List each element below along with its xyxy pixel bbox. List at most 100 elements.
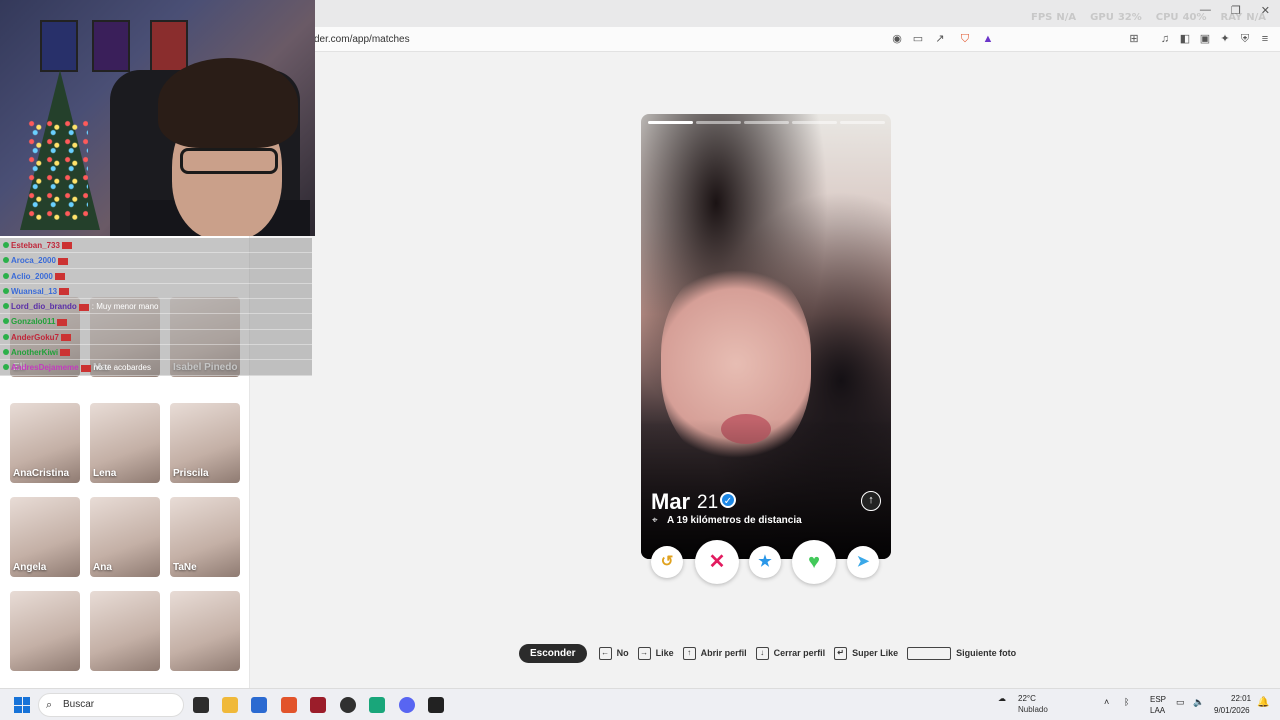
discord-icon[interactable] xyxy=(399,697,415,713)
match-card[interactable]: TaNe xyxy=(170,497,240,577)
match-card[interactable]: Ana xyxy=(90,497,160,577)
rewind-icon: ↺ xyxy=(660,553,674,570)
search-icon: ⌕ xyxy=(46,699,53,711)
shortcut-label: Cerrar perfil xyxy=(773,648,826,658)
match-name: Priscila xyxy=(173,468,209,479)
language-indicator[interactable]: ESP xyxy=(1150,695,1166,704)
chevron-up-icon[interactable]: ˄ xyxy=(1104,697,1109,707)
photo-indicator[interactable] xyxy=(744,121,789,124)
minimize-icon[interactable]: — xyxy=(1200,4,1211,17)
restore-icon[interactable]: ❐ xyxy=(1231,4,1241,17)
obs-icon[interactable] xyxy=(340,697,356,713)
perf-stat-label: CPU xyxy=(1155,12,1179,23)
epic-games-icon[interactable] xyxy=(428,697,444,713)
star-icon: ★ xyxy=(758,553,772,570)
url-text[interactable]: der.com/app/matches xyxy=(314,34,410,45)
windows-taskbar: ⌕ Buscar ☁ 22°C Nublado ˄ ᛒ ESP LAA ▭ 🔈 … xyxy=(0,688,1280,720)
match-card[interactable] xyxy=(90,591,160,671)
open-profile-button[interactable]: ↑ xyxy=(861,491,881,511)
media-icon[interactable]: ♫ xyxy=(1158,32,1172,46)
vpn-icon[interactable]: ⛨ xyxy=(1238,32,1252,46)
flag-icon xyxy=(54,272,65,280)
task-view-icon[interactable] xyxy=(193,697,209,713)
voicemeeter-icon[interactable] xyxy=(310,697,326,713)
verified-badge-icon: ✓ xyxy=(720,492,736,508)
notifications-icon[interactable]: 🔔 xyxy=(1257,697,1269,708)
store-icon[interactable] xyxy=(251,697,267,713)
location-icon[interactable]: ◉ xyxy=(890,32,904,46)
shortcut-key-icon: ← xyxy=(598,646,612,660)
shortcut-key-icon xyxy=(907,646,952,660)
file-explorer-icon[interactable] xyxy=(222,697,238,713)
chat-username: Lord_dio_brando xyxy=(11,302,77,312)
flag-icon xyxy=(61,242,72,250)
sidebar-toggle-icon[interactable]: ◧ xyxy=(1178,32,1192,46)
chat-badge-icon xyxy=(3,242,9,248)
shortcut-label: Siguiente foto xyxy=(956,648,1017,658)
chat-username: AnderGoku7 xyxy=(11,332,60,342)
leo-ai-icon[interactable]: ✦ xyxy=(1218,32,1232,46)
photo-indicator[interactable] xyxy=(648,121,693,124)
flag-icon xyxy=(78,303,89,311)
close-icon[interactable]: ✕ xyxy=(1261,4,1270,17)
wallet-icon[interactable]: ▣ xyxy=(1198,32,1212,46)
photo-indicator[interactable] xyxy=(696,121,741,124)
chat-message: AndresDejameme no te acobardes xyxy=(0,360,312,376)
match-name: Angela xyxy=(13,562,47,573)
bluetooth-icon[interactable]: ᛒ xyxy=(1124,697,1129,707)
weather-icon[interactable]: ☁ xyxy=(998,694,1006,703)
flag-icon xyxy=(57,318,68,326)
taskbar-search[interactable]: ⌕ Buscar xyxy=(38,693,184,717)
rewind-button[interactable]: ↺ xyxy=(651,546,683,578)
shortcut-hint: ↑ Abrir perfil xyxy=(682,646,747,660)
chat-message: AnderGoku7 xyxy=(0,329,312,346)
shortcut-key-icon: → xyxy=(637,646,651,660)
notepad-icon[interactable] xyxy=(369,697,385,713)
keyboard-layout[interactable]: LAA xyxy=(1150,706,1165,715)
volume-icon[interactable]: 🔈 xyxy=(1193,697,1204,708)
chat-message: Aroca_2000 xyxy=(0,253,312,269)
like-button[interactable]: ♥ xyxy=(792,540,836,584)
match-name: Ana xyxy=(93,562,112,573)
match-card[interactable]: Lena xyxy=(90,403,160,483)
shortcut-key-icon: ↑ xyxy=(682,646,696,660)
cast-icon[interactable]: ▭ xyxy=(911,32,925,46)
hide-shortcuts-button[interactable]: Esconder xyxy=(519,643,587,663)
clock-date[interactable]: 9/01/2026 xyxy=(1214,706,1250,715)
location-pin-icon: ⌖ xyxy=(652,515,658,526)
match-card[interactable]: Priscila xyxy=(170,403,240,483)
weather-temp: 22°C xyxy=(1018,694,1036,703)
shortcut-hint: Siguiente foto xyxy=(907,646,1017,660)
match-card[interactable] xyxy=(170,591,240,671)
photo-indicator[interactable] xyxy=(840,121,885,124)
boost-button[interactable]: ➤ xyxy=(847,546,879,578)
perf-stat-label: GPU xyxy=(1090,12,1114,23)
chat-username: Aclio_2000 xyxy=(11,271,53,281)
send-icon: ➤ xyxy=(856,553,870,570)
x-icon: ✕ xyxy=(708,551,726,573)
photo-indicator[interactable] xyxy=(792,121,837,124)
chat-username: AnotherKiwi xyxy=(11,348,59,358)
profile-card[interactable]: Mar 21 ✓ ⌖ A 19 kilómetros de distancia … xyxy=(641,114,891,559)
match-card[interactable]: AnaCristina xyxy=(10,403,80,483)
brave-rewards-icon[interactable]: ▲ xyxy=(981,32,995,46)
network-icon[interactable]: ▭ xyxy=(1176,697,1185,708)
share-icon[interactable]: ↗ xyxy=(933,32,947,46)
chat-username: Aroca_2000 xyxy=(11,256,56,266)
nope-button[interactable]: ✕ xyxy=(695,540,739,584)
flag-icon xyxy=(59,288,70,296)
menu-icon[interactable]: ≡ xyxy=(1258,32,1272,46)
chat-message: Wuansal_13 xyxy=(0,283,312,300)
start-button[interactable] xyxy=(14,697,30,713)
match-name: TaNe xyxy=(173,562,197,573)
super-like-button[interactable]: ★ xyxy=(749,546,781,578)
tab-search-icon[interactable]: ⊞ xyxy=(1127,32,1141,46)
shortcut-key-icon: ↓ xyxy=(755,646,769,660)
chat-badge-icon xyxy=(3,349,9,356)
match-card[interactable] xyxy=(10,591,80,671)
chat-badge-icon xyxy=(3,318,9,325)
brave-icon[interactable] xyxy=(281,697,297,713)
match-card[interactable]: Angela xyxy=(10,497,80,577)
clock-time[interactable]: 22:01 xyxy=(1231,694,1251,703)
brave-shield-icon[interactable]: ⛉ xyxy=(958,32,972,46)
